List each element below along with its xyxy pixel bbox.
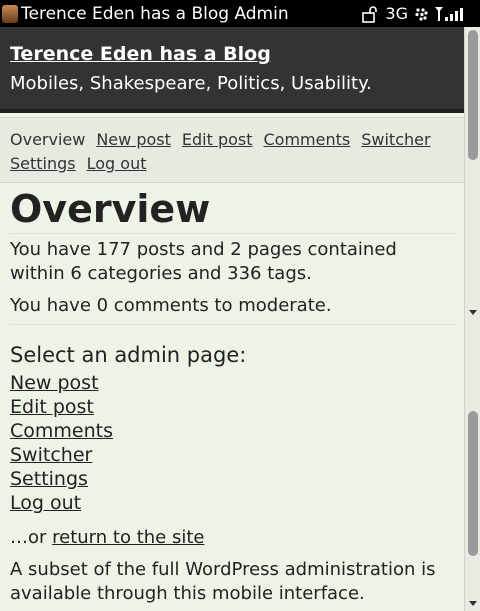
scroll-thumb-upper[interactable] — [468, 30, 478, 160]
admin-nav: Overview New post Edit post Comments Switche… — [0, 117, 464, 183]
nav-item-log-out[interactable]: Log out — [87, 154, 147, 173]
app-icon — [2, 4, 18, 23]
nav-item-comments[interactable]: Comments — [264, 130, 351, 149]
unlocked-icon — [362, 5, 378, 23]
page-title: Overview — [10, 187, 456, 234]
scroll-down-arrow-icon[interactable] — [469, 310, 477, 315]
select-admin-heading: Select an admin page: — [10, 343, 247, 367]
nav-item-edit-post[interactable]: Edit post — [182, 130, 253, 149]
content-summary: You have 177 posts and 2 pages contained… — [10, 239, 397, 284]
nav-item-overview: Overview — [10, 130, 86, 149]
link-comments[interactable]: Comments — [10, 419, 456, 443]
link-edit-post[interactable]: Edit post — [10, 395, 456, 419]
scrollbar[interactable] — [464, 27, 480, 611]
nav-item-new-post[interactable]: New post — [96, 130, 171, 149]
network-type: 3G — [385, 4, 408, 23]
nav-item-switcher[interactable]: Switcher — [361, 130, 430, 149]
link-settings[interactable]: Settings — [10, 467, 456, 491]
status-icons: 3G — [361, 4, 470, 23]
subset-note: A subset of the full WordPress administr… — [10, 559, 436, 604]
main-content: Overview You have 177 posts and 2 pages … — [10, 183, 456, 606]
link-new-post[interactable]: New post — [10, 371, 456, 395]
scroll-thumb-lower[interactable] — [468, 411, 478, 556]
signal-strength-icon — [435, 6, 463, 21]
scroll-down-arrow-bottom-icon[interactable] — [469, 601, 477, 606]
return-line: …or return to the site — [10, 527, 456, 548]
link-switcher[interactable]: Switcher — [10, 443, 456, 467]
return-prefix: …or — [10, 527, 53, 548]
moderation-status: You have 0 comments to moderate. — [10, 294, 456, 325]
link-log-out[interactable]: Log out — [10, 491, 456, 515]
site-header: Terence Eden has a Blog Mobiles, Shakesp… — [0, 27, 464, 113]
blackberry-icon — [415, 7, 428, 21]
window-title: Terence Eden has a Blog Admin — [21, 3, 289, 24]
tagline: Mobiles, Shakespeare, Politics, Usabilit… — [10, 73, 372, 94]
admin-links: New post Edit post Comments Switcher Set… — [10, 371, 456, 515]
return-to-site-link[interactable]: return to the site — [52, 527, 204, 548]
blog-title-link[interactable]: Terence Eden has a Blog — [10, 43, 454, 65]
nav-item-settings[interactable]: Settings — [10, 154, 76, 173]
status-bar: Terence Eden has a Blog Admin 3G — [0, 0, 480, 27]
